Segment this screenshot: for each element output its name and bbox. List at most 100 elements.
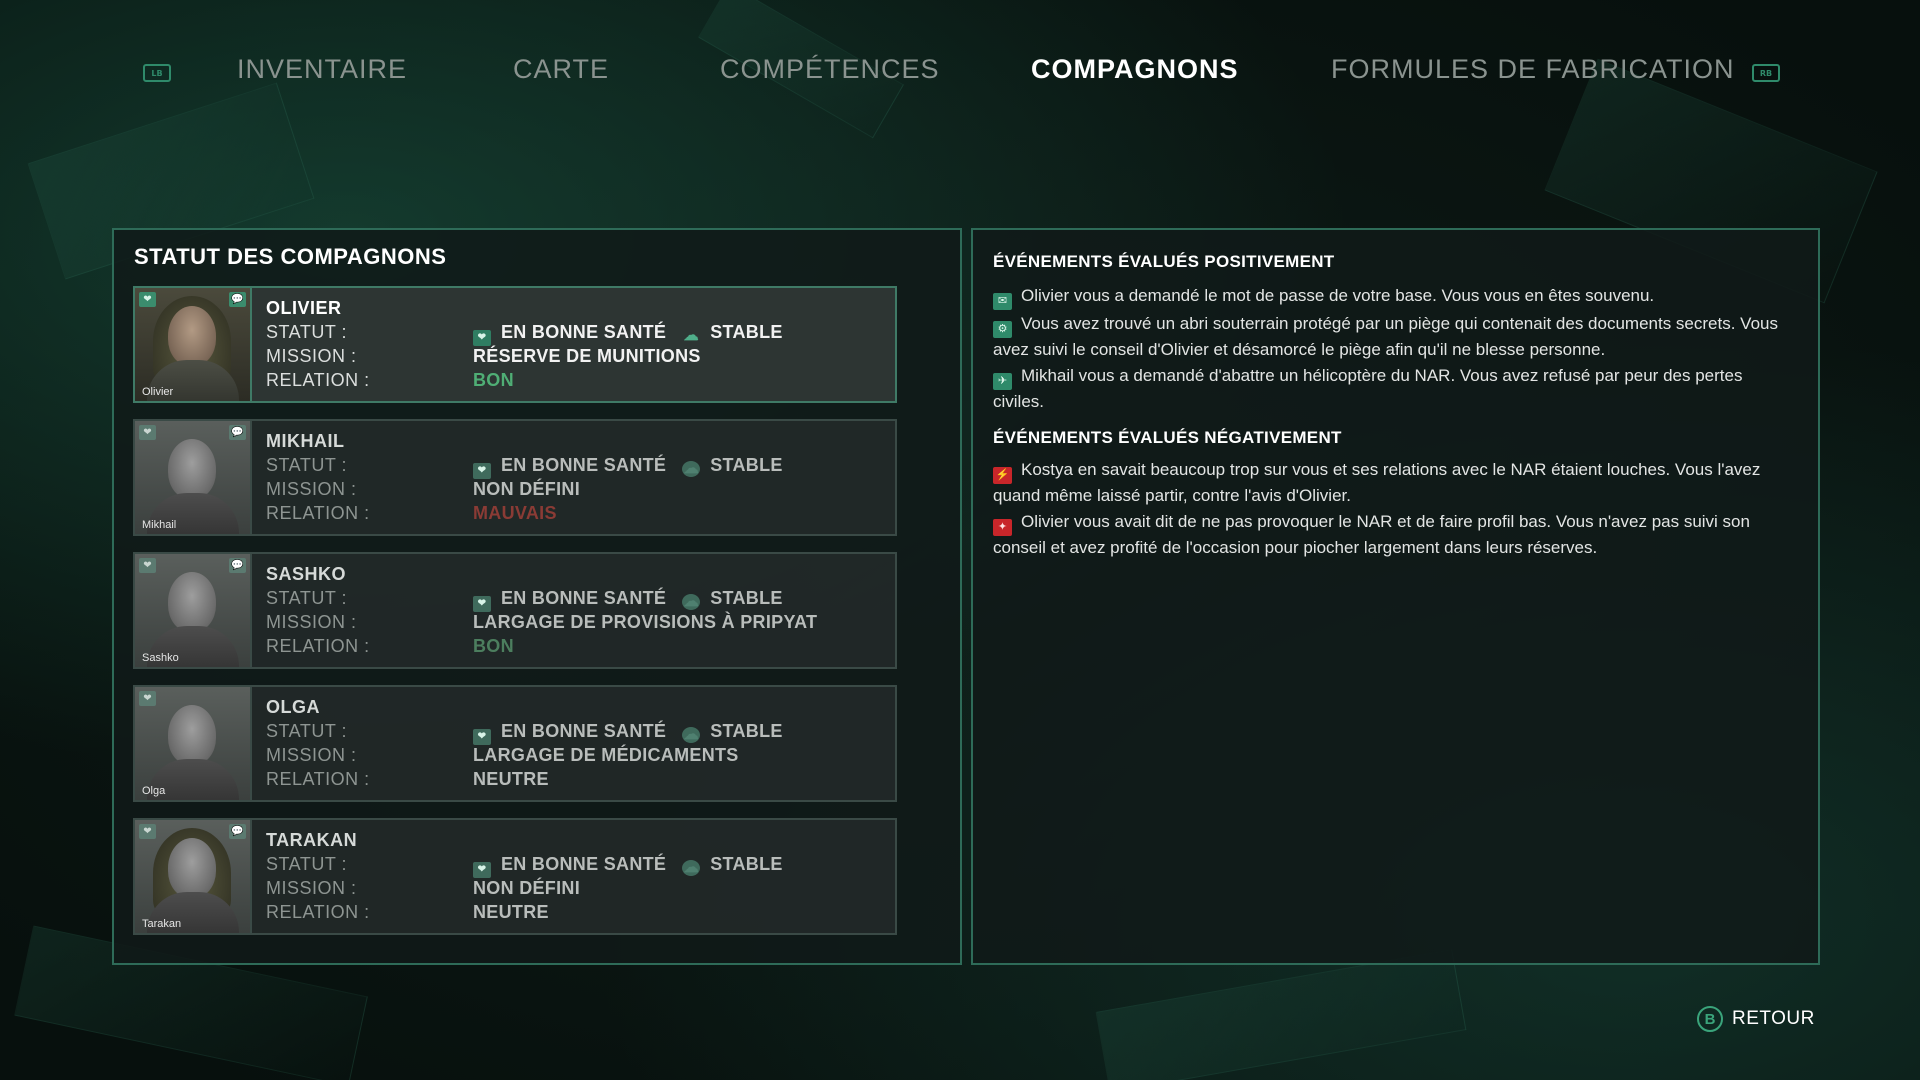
heart-icon: ❤ [139,425,156,440]
relation-label: RELATION : [266,503,370,523]
b-button-icon: B [1697,1006,1723,1032]
status-value: ❤ EN BONNE SANTÉ ☁ STABLE [473,721,783,745]
relation-label: RELATION : [266,769,370,789]
health-status: EN BONNE SANTÉ [501,854,667,874]
trap-icon: ⚙ [993,321,1012,338]
mission-label: MISSION : [266,878,357,898]
speech-bubble-icon: 💬 [229,824,246,839]
event-text: Vous avez trouvé un abri souterrain prot… [993,314,1778,359]
heart-icon: ❤ [473,463,491,479]
status-label: STATUT : [266,455,348,475]
tab-formules-de-fabrication[interactable]: FORMULES DE FABRICATION [1331,54,1735,85]
mission-label: MISSION : [266,612,357,632]
mood-icon: ☁ [682,859,701,876]
relation-label: RELATION : [266,902,370,922]
relation-value: MAUVAIS [473,503,557,523]
mood-icon: ☁ [682,593,701,610]
companion-name: MIKHAIL [266,431,345,451]
avatar: ❤ 💬 Tarakan [135,820,252,933]
back-button[interactable]: B RETOUR [1697,1006,1815,1032]
lb-bumper-icon[interactable]: LB [143,64,171,82]
heart-icon: ❤ [473,596,491,612]
tab-inventaire[interactable]: INVENTAIRE [237,54,407,85]
mood-status: STABLE [710,588,783,608]
heart-icon: ❤ [139,292,156,307]
mission-label: MISSION : [266,745,357,765]
relation-label: RELATION : [266,636,370,656]
negative-event: ⚡ Kostya en savait beaucoup trop sur vous… [993,458,1793,508]
avatar: ❤ Olga [135,687,252,800]
companion-card-tarakan[interactable]: ❤ 💬 Tarakan TARAKAN STATUT : MISSION : R… [133,818,897,935]
tab-competences[interactable]: COMPÉTENCES [720,54,940,85]
mission-label: MISSION : [266,346,357,366]
tab-compagnons[interactable]: COMPAGNONS [1031,54,1239,85]
status-label: STATUT : [266,322,348,342]
health-status: EN BONNE SANTÉ [501,455,667,475]
portrait-name: Olivier [142,386,174,398]
health-status: EN BONNE SANTÉ [501,721,667,741]
loot-icon: ✦ [993,519,1012,536]
status-value: ❤ EN BONNE SANTÉ ☁ STABLE [473,322,783,346]
event-text: Mikhail vous a demandé d'abattre un héli… [993,366,1743,411]
companion-name: TARAKAN [266,830,358,850]
heart-icon: ❤ [139,824,156,839]
relation-value: BON [473,370,514,390]
avatar: ❤ 💬 Sashko [135,554,252,667]
mood-status: STABLE [710,455,783,475]
companion-card-olga[interactable]: ❤ Olga OLGA STATUT : MISSION : RELATION … [133,685,897,802]
status-label: STATUT : [266,721,348,741]
heart-icon: ❤ [473,330,491,346]
companion-card-mikhail[interactable]: ❤ 💬 Mikhail MIKHAIL STATUT : MISSION : R… [133,419,897,536]
status-value: ❤ EN BONNE SANTÉ ☁ STABLE [473,588,783,612]
relation-value: NEUTRE [473,902,549,922]
companion-name: OLIVIER [266,298,342,318]
event-text: Olivier vous avait dit de ne pas provoqu… [993,512,1750,557]
speech-bubble-icon: ✉ [993,293,1012,310]
status-value: ❤ EN BONNE SANTÉ ☁ STABLE [473,455,783,479]
event-text: Kostya en savait beaucoup trop sur vous … [993,460,1761,505]
event-text: Olivier vous a demandé le mot de passe d… [1021,286,1655,305]
mood-icon: ☁ [683,327,699,344]
tab-carte[interactable]: CARTE [513,54,609,85]
companion-name: SASHKO [266,564,347,584]
positive-event: ✈ Mikhail vous a demandé d'abattre un hél… [993,364,1793,414]
mood-icon: ☁ [682,726,701,743]
portrait-name: Tarakan [142,918,182,930]
companion-status-panel: STATUT DES COMPAGNONS ❤ 💬 Olivier OLIVIE… [112,228,962,965]
relation-value: BON [473,636,514,656]
status-label: STATUT : [266,854,348,874]
running-man-icon: ⚡ [993,467,1012,484]
health-status: EN BONNE SANTÉ [501,322,667,342]
negative-event: ✦ Olivier vous avait dit de ne pas provoq… [993,510,1793,560]
portrait-name: Mikhail [142,519,177,531]
avatar: ❤ 💬 Olivier [135,288,252,401]
heart-icon: ❤ [139,558,156,573]
companion-card-olivier[interactable]: ❤ 💬 Olivier OLIVIER STATUT : MISSION : R… [133,286,897,403]
health-status: EN BONNE SANTÉ [501,588,667,608]
status-label: STATUT : [266,588,348,608]
positive-event: ✉ Olivier vous a demandé le mot de passe … [993,284,1793,310]
mission-label: MISSION : [266,479,357,499]
speech-bubble-icon: 💬 [229,292,246,307]
mood-status: STABLE [710,322,783,342]
rb-bumper-icon[interactable]: RB [1752,64,1780,82]
background-shard [1095,949,1467,1080]
mood-icon: ☁ [682,460,701,477]
negative-events-title: ÉVÉNEMENTS ÉVALUÉS NÉGATIVEMENT [993,428,1342,447]
top-navigation: LB INVENTAIRE CARTE COMPÉTENCES COMPAGNO… [0,40,1920,100]
portrait-name: Olga [142,785,166,797]
mission-value: NON DÉFINI [473,878,581,898]
speech-bubble-icon: 💬 [229,425,246,440]
mood-status: STABLE [710,854,783,874]
companion-card-sashko[interactable]: ❤ 💬 Sashko SASHKO STATUT : MISSION : REL… [133,552,897,669]
back-label: RETOUR [1732,1008,1815,1029]
mission-value: LARGAGE DE MÉDICAMENTS [473,745,739,765]
companion-name: OLGA [266,697,320,717]
portrait-name: Sashko [142,652,179,664]
heart-icon: ❤ [473,729,491,745]
relation-value: NEUTRE [473,769,549,789]
avatar: ❤ 💬 Mikhail [135,421,252,534]
events-panel: ÉVÉNEMENTS ÉVALUÉS POSITIVEMENT ✉ Olivier… [971,228,1820,965]
heart-icon: ❤ [473,862,491,878]
heart-icon: ❤ [139,691,156,706]
